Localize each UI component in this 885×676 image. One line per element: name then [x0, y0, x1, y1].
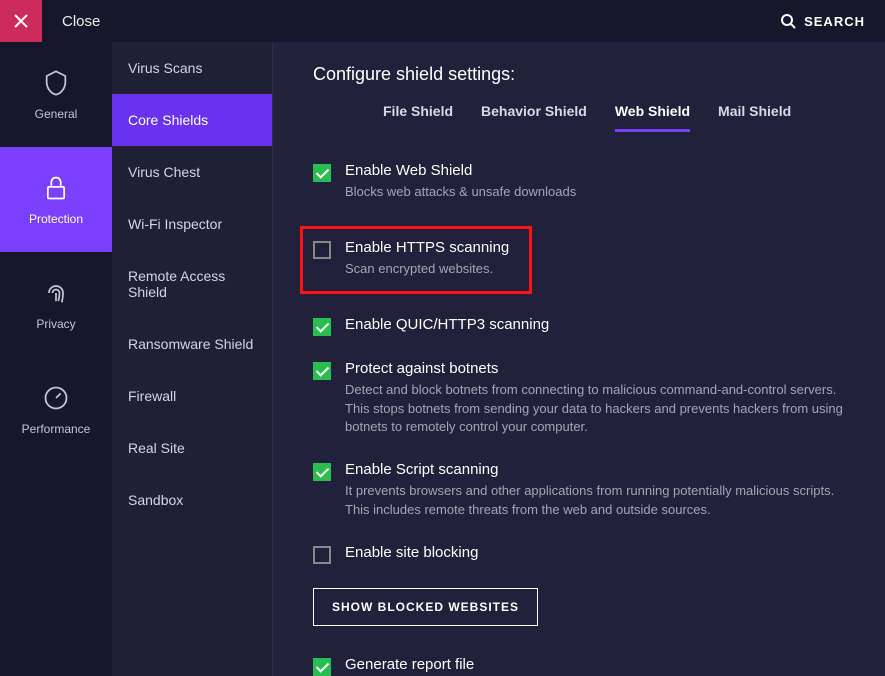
gauge-icon	[42, 384, 70, 412]
tab-file-shield[interactable]: File Shield	[383, 103, 453, 132]
option-title: Protect against botnets	[345, 360, 845, 377]
sidebar-item-label: Privacy	[36, 317, 75, 331]
subnav-wifi-inspector[interactable]: Wi-Fi Inspector	[112, 198, 272, 250]
option-title: Enable Script scanning	[345, 461, 845, 478]
subnav-core-shields[interactable]: Core Shields	[112, 94, 272, 146]
close-icon	[14, 14, 28, 28]
subnav-real-site[interactable]: Real Site	[112, 422, 272, 474]
option-body: Enable HTTPS scanning Scan encrypted web…	[345, 239, 519, 279]
option-enable-script-scanning: Enable Script scanning It prevents brows…	[313, 461, 845, 520]
secondary-sidebar: Virus Scans Core Shields Virus Chest Wi-…	[112, 42, 273, 676]
primary-sidebar: General Protection Privacy Performance	[0, 42, 112, 676]
tab-mail-shield[interactable]: Mail Shield	[718, 103, 791, 132]
show-blocked-websites-button[interactable]: SHOW BLOCKED WEBSITES	[313, 588, 538, 626]
lock-icon	[42, 174, 70, 202]
option-desc: Scan encrypted websites.	[345, 260, 519, 279]
checkbox-enable-script-scanning[interactable]	[313, 463, 331, 481]
sidebar-item-performance[interactable]: Performance	[0, 357, 112, 462]
search-button[interactable]: SEARCH	[780, 13, 865, 29]
option-enable-site-blocking: Enable site blocking	[313, 544, 845, 564]
option-body: Enable site blocking	[345, 544, 845, 561]
option-desc: Blocks web attacks & unsafe downloads	[345, 183, 845, 202]
checkbox-protect-against-botnets[interactable]	[313, 362, 331, 380]
option-title: Enable HTTPS scanning	[345, 239, 519, 256]
option-body: Enable Web Shield Blocks web attacks & u…	[345, 162, 845, 202]
option-generate-report-file: Generate report file	[313, 656, 845, 676]
subnav-sandbox[interactable]: Sandbox	[112, 474, 272, 526]
checkbox-enable-site-blocking[interactable]	[313, 546, 331, 564]
option-title: Generate report file	[345, 656, 845, 673]
subnav-firewall[interactable]: Firewall	[112, 370, 272, 422]
option-desc: It prevents browsers and other applicati…	[345, 482, 845, 520]
sidebar-item-label: General	[35, 107, 78, 121]
option-enable-web-shield: Enable Web Shield Blocks web attacks & u…	[313, 162, 845, 202]
tab-behavior-shield[interactable]: Behavior Shield	[481, 103, 587, 132]
sidebar-item-protection[interactable]: Protection	[0, 147, 112, 252]
checkbox-enable-web-shield[interactable]	[313, 164, 331, 182]
option-body: Enable QUIC/HTTP3 scanning	[345, 316, 845, 333]
content-pane[interactable]: Configure shield settings: File Shield B…	[273, 42, 885, 676]
shield-tabs: File Shield Behavior Shield Web Shield M…	[383, 103, 845, 132]
option-protect-against-botnets: Protect against botnets Detect and block…	[313, 360, 845, 438]
checkbox-generate-report-file[interactable]	[313, 658, 331, 676]
option-enable-https-scanning: Enable HTTPS scanning Scan encrypted web…	[300, 226, 532, 294]
sidebar-item-privacy[interactable]: Privacy	[0, 252, 112, 357]
shield-icon	[42, 69, 70, 97]
sidebar-item-general[interactable]: General	[0, 42, 112, 147]
checkbox-enable-https-scanning[interactable]	[313, 241, 331, 259]
option-title: Enable QUIC/HTTP3 scanning	[345, 316, 845, 333]
option-enable-quic-scanning: Enable QUIC/HTTP3 scanning	[313, 316, 845, 336]
close-button[interactable]	[0, 0, 42, 42]
option-desc: Detect and block botnets from connecting…	[345, 381, 845, 438]
titlebar: Close SEARCH	[0, 0, 885, 42]
option-body: Generate report file	[345, 656, 845, 673]
close-label: Close	[62, 13, 100, 30]
checkbox-enable-quic-scanning[interactable]	[313, 318, 331, 336]
page-title: Configure shield settings:	[313, 64, 845, 85]
sidebar-item-label: Protection	[29, 212, 83, 226]
option-body: Enable Script scanning It prevents brows…	[345, 461, 845, 520]
fingerprint-icon	[42, 279, 70, 307]
search-label: SEARCH	[804, 14, 865, 29]
option-title: Enable site blocking	[345, 544, 845, 561]
tab-web-shield[interactable]: Web Shield	[615, 103, 690, 132]
subnav-remote-access-shield[interactable]: Remote Access Shield	[112, 250, 272, 318]
search-icon	[780, 13, 796, 29]
subnav-ransomware-shield[interactable]: Ransomware Shield	[112, 318, 272, 370]
subnav-virus-scans[interactable]: Virus Scans	[112, 42, 272, 94]
subnav-virus-chest[interactable]: Virus Chest	[112, 146, 272, 198]
sidebar-item-label: Performance	[22, 422, 91, 436]
option-body: Protect against botnets Detect and block…	[345, 360, 845, 438]
option-title: Enable Web Shield	[345, 162, 845, 179]
main-area: General Protection Privacy Performance V…	[0, 42, 885, 676]
